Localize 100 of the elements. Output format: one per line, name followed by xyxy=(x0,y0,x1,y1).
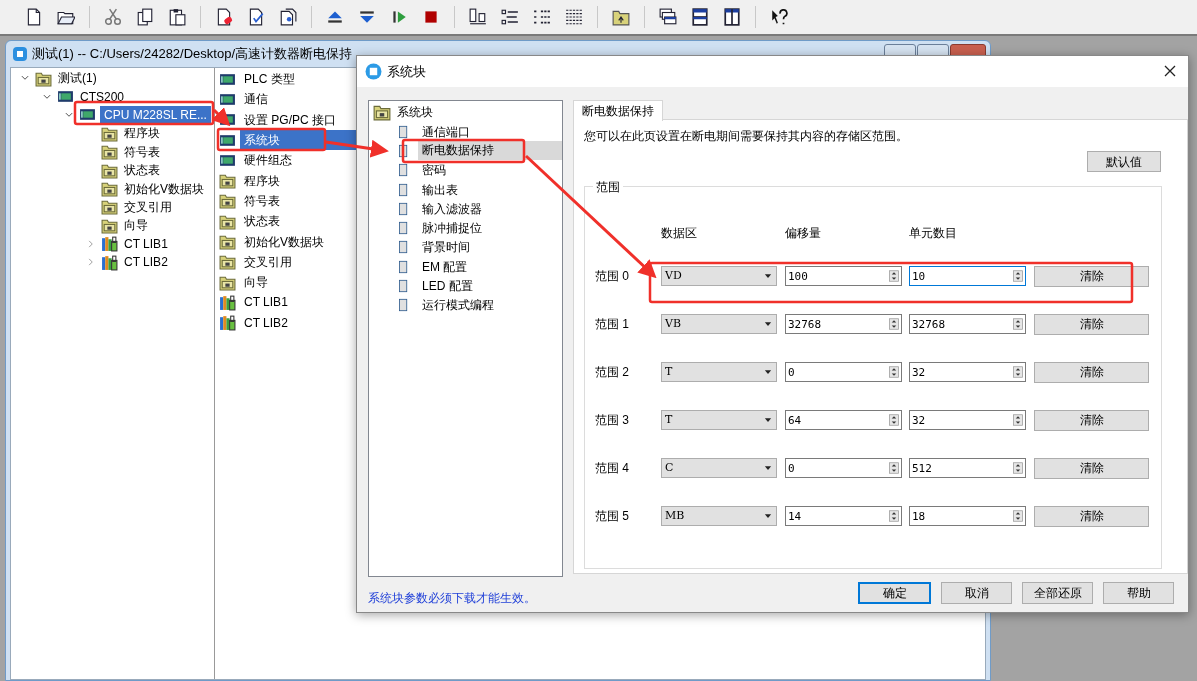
tree-item[interactable]: CT LIB2 xyxy=(122,253,170,272)
tree-item[interactable]: 通信端口 xyxy=(418,122,470,141)
list-item[interactable]: 程序块 xyxy=(240,171,280,190)
list-item[interactable]: 通信 xyxy=(240,90,268,109)
tree-item[interactable]: 系统块 xyxy=(397,103,433,121)
tree-item[interactable]: 运行模式编程 xyxy=(418,296,494,315)
tree-item[interactable]: 交叉引用 xyxy=(122,197,174,216)
list-item[interactable]: 状态表 xyxy=(240,212,280,231)
clear-button[interactable]: 清除 xyxy=(1034,457,1149,479)
page-icon xyxy=(397,142,410,159)
library-icon xyxy=(101,235,118,253)
split-horizontal-icon[interactable] xyxy=(691,8,709,26)
document-delete-icon[interactable] xyxy=(215,8,233,26)
new-file-icon[interactable] xyxy=(25,8,43,26)
tree-item[interactable]: 符号表 xyxy=(122,142,162,161)
folder-icon xyxy=(219,233,236,250)
page-icon xyxy=(397,123,410,140)
list-item[interactable]: 设置 PG/PC 接口 xyxy=(240,110,336,129)
tab[interactable]: 断电数据保持 xyxy=(573,100,663,121)
list-item[interactable]: CT LIB2 xyxy=(240,313,288,332)
tree-item[interactable]: 输出表 xyxy=(418,180,458,199)
cut-icon[interactable] xyxy=(104,8,122,26)
area-dropdown[interactable]: VD xyxy=(661,266,777,286)
list-icon[interactable] xyxy=(501,8,519,26)
close-icon[interactable] xyxy=(1164,65,1176,77)
folder-icon xyxy=(101,143,118,161)
tree-item[interactable]: CTS200 xyxy=(78,87,127,106)
list-item[interactable]: 符号表 xyxy=(240,191,280,210)
folder-icon xyxy=(219,253,236,271)
paste-icon[interactable] xyxy=(168,8,186,26)
stop-icon[interactable] xyxy=(422,8,440,26)
tree-item[interactable]: 断电数据保持 xyxy=(418,141,562,161)
arrow xyxy=(325,139,389,158)
tree-item[interactable]: 脉冲捕捉位 xyxy=(418,219,482,238)
app-icon xyxy=(365,63,382,80)
page-icon xyxy=(397,239,410,256)
copy-icon[interactable] xyxy=(136,8,154,26)
dialog-button[interactable]: 全部还原 xyxy=(1022,582,1093,604)
page-icon xyxy=(397,220,410,237)
clear-button[interactable]: 清除 xyxy=(1034,265,1149,287)
area-dropdown[interactable]: T xyxy=(661,410,777,430)
list-item[interactable]: 向导 xyxy=(240,273,268,292)
list-item[interactable]: 初始化V数据块 xyxy=(240,232,324,251)
page-icon xyxy=(397,162,410,179)
clear-button[interactable]: 清除 xyxy=(1034,313,1149,335)
clear-button[interactable]: 清除 xyxy=(1034,409,1149,431)
tree-item[interactable]: CPU M228SL RE... xyxy=(100,105,211,124)
library-icon xyxy=(101,253,118,271)
page-icon xyxy=(397,200,410,217)
tree-item[interactable]: 输入滤波器 xyxy=(418,199,482,218)
tree-item[interactable]: 初始化V数据块 xyxy=(122,179,206,198)
tree-item[interactable]: 程序块 xyxy=(122,124,162,143)
documents-icon[interactable] xyxy=(279,8,297,26)
split-vertical-icon[interactable] xyxy=(723,8,741,26)
dialog-button[interactable]: 帮助 xyxy=(1103,582,1174,604)
library-icon xyxy=(219,293,236,311)
tree-item[interactable]: CT LIB1 xyxy=(122,234,170,253)
folder-icon xyxy=(373,103,391,121)
footer-note: 系统块参数必须下载才能生效。 xyxy=(368,590,537,607)
range-label: 范围 5 xyxy=(595,508,630,525)
dialog-button[interactable]: 确定 xyxy=(858,582,931,604)
tree-item[interactable]: 状态表 xyxy=(122,161,162,180)
clear-button[interactable]: 清除 xyxy=(1034,505,1149,527)
tree-item[interactable]: 向导 xyxy=(122,216,150,235)
app-icon xyxy=(12,46,28,62)
list-item[interactable]: 交叉引用 xyxy=(240,252,292,271)
range-label: 范围 2 xyxy=(595,364,630,381)
area-dropdown[interactable]: MB xyxy=(661,506,777,526)
tree-item[interactable]: EM 配置 xyxy=(418,257,468,276)
layout-icon[interactable] xyxy=(469,8,487,26)
tree-item[interactable]: 密码 xyxy=(418,161,446,180)
folder-icon xyxy=(101,180,118,198)
document-check-icon[interactable] xyxy=(247,8,265,26)
folder-icon[interactable] xyxy=(612,8,630,26)
area-dropdown[interactable]: T xyxy=(661,362,777,382)
dialog-button[interactable]: 取消 xyxy=(941,582,1012,604)
windows-icon[interactable] xyxy=(659,8,677,26)
folder-icon xyxy=(219,172,236,190)
range-label: 范围 3 xyxy=(595,412,630,429)
help-pointer-icon[interactable] xyxy=(770,8,788,26)
tree-item[interactable]: LED 配置 xyxy=(418,277,473,295)
area-dropdown[interactable]: C xyxy=(661,458,777,478)
table-icon[interactable] xyxy=(565,8,583,26)
default-button[interactable]: 默认值 xyxy=(1087,151,1161,172)
clear-button[interactable]: 清除 xyxy=(1034,361,1149,383)
dialog-title: 系统块 xyxy=(387,62,426,81)
list-item[interactable]: 硬件组态 xyxy=(240,151,292,170)
list-item[interactable]: CT LIB1 xyxy=(240,293,288,312)
folder-icon xyxy=(219,192,236,210)
page-icon xyxy=(397,181,410,198)
range-label: 范围 0 xyxy=(595,268,630,285)
window-title: 测试(1) -- C:/Users/24282/Desktop/高速计数器断电保持 xyxy=(32,45,352,64)
column-header: 单元数目 xyxy=(909,225,958,242)
detail-list-icon[interactable] xyxy=(533,8,551,26)
list-item[interactable]: PLC 类型 xyxy=(240,70,295,89)
tree-item[interactable]: 测试(1) xyxy=(56,69,99,88)
page-icon xyxy=(397,278,410,294)
run-icon[interactable] xyxy=(390,8,408,26)
area-dropdown[interactable]: VB xyxy=(661,314,777,334)
tree-item[interactable]: 背景时间 xyxy=(418,238,470,257)
